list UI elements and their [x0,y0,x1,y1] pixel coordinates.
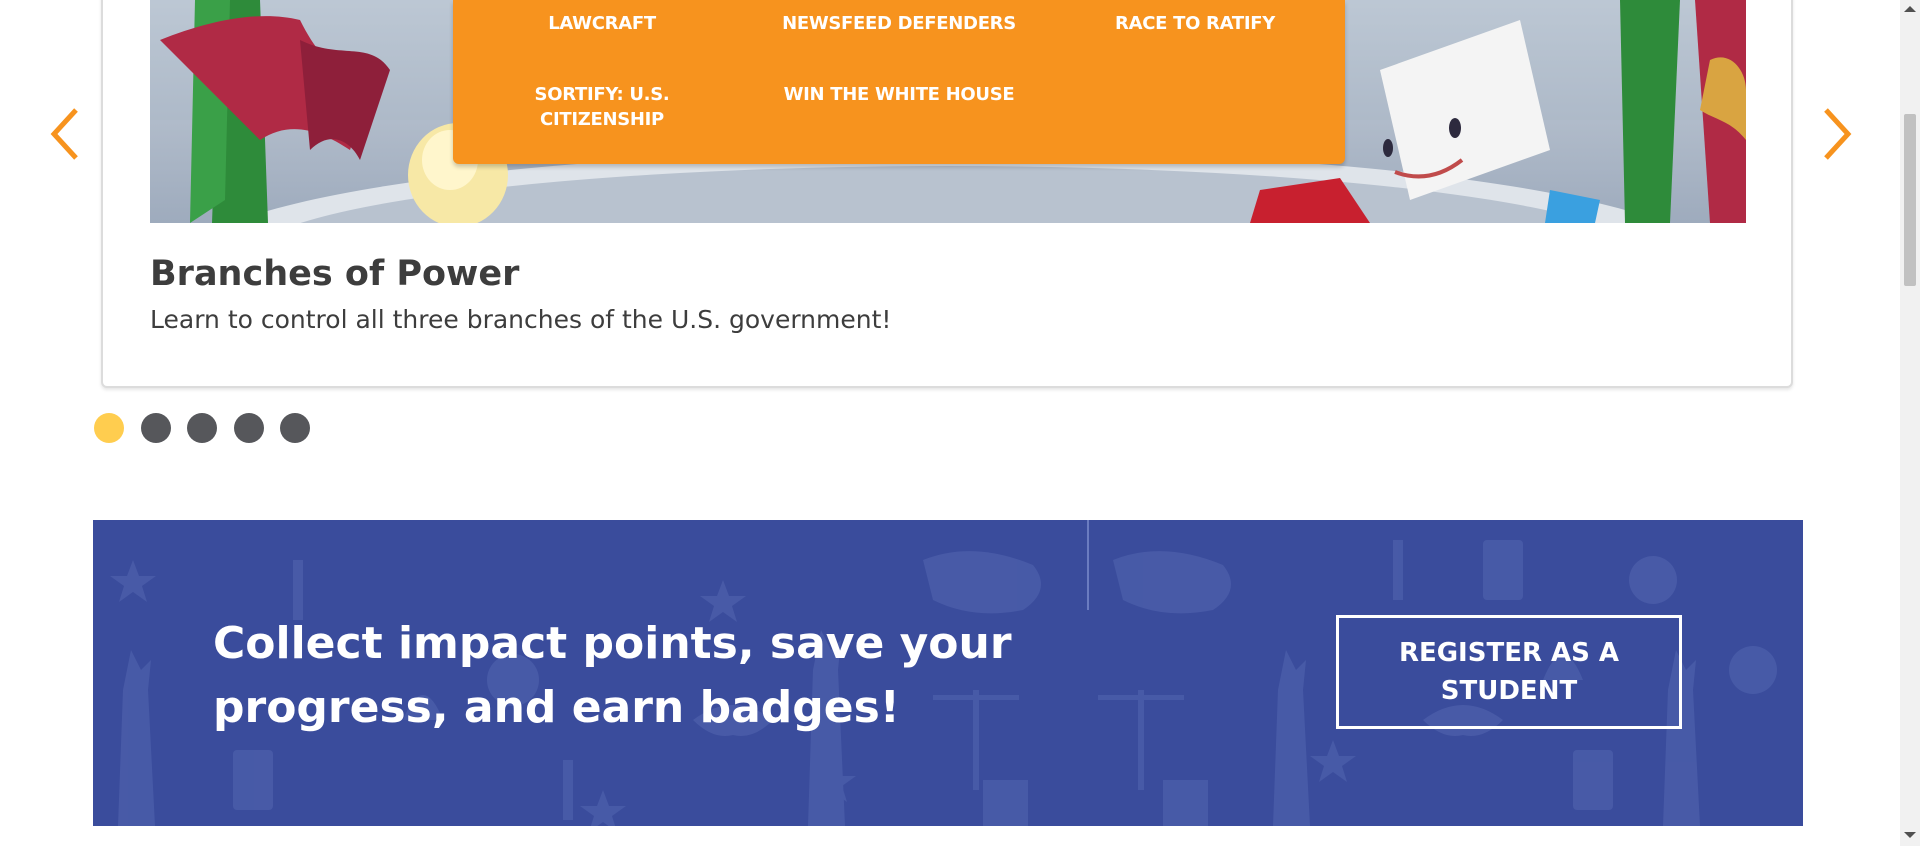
game-link-race-to-ratify[interactable]: RACE TO RATIFY [1075,11,1315,36]
carousel-next-button[interactable] [1808,104,1858,164]
scroll-up-icon[interactable] [1904,6,1916,12]
game-description: Learn to control all three branches of t… [150,305,892,334]
scroll-down-icon[interactable] [1904,832,1916,838]
page-scrollbar[interactable] [1900,0,1920,846]
carousel-dot-3[interactable] [187,413,217,443]
game-link-sortify[interactable]: SORTIFY: U.S. CITIZENSHIP [482,82,722,132]
register-student-label: REGISTER AS A STUDENT [1398,638,1620,706]
banner-headline: Collect impact points, save your progres… [213,618,1012,733]
carousel-dot-5[interactable] [280,413,310,443]
games-menu-panel: LAWCRAFT NEWSFEED DEFENDERS RACE TO RATI… [453,0,1345,164]
carousel-dot-2[interactable] [141,413,171,443]
carousel-dot-1[interactable] [94,413,124,443]
carousel-dot-4[interactable] [234,413,264,443]
game-link-lawcraft[interactable]: LAWCRAFT [482,11,722,36]
game-link-newsfeed-defenders[interactable]: NEWSFEED DEFENDERS [779,11,1019,36]
chevron-left-icon [50,108,78,160]
carousel-prev-button[interactable] [44,104,94,164]
scrollbar-thumb[interactable] [1904,114,1916,286]
chevron-right-icon [1824,108,1852,160]
register-banner: Collect impact points, save your progres… [93,520,1803,826]
game-title[interactable]: Branches of Power [150,254,519,294]
game-link-win-the-white-house[interactable]: WIN THE WHITE HOUSE [779,82,1019,107]
register-student-button[interactable]: REGISTER AS A STUDENT [1336,615,1682,729]
